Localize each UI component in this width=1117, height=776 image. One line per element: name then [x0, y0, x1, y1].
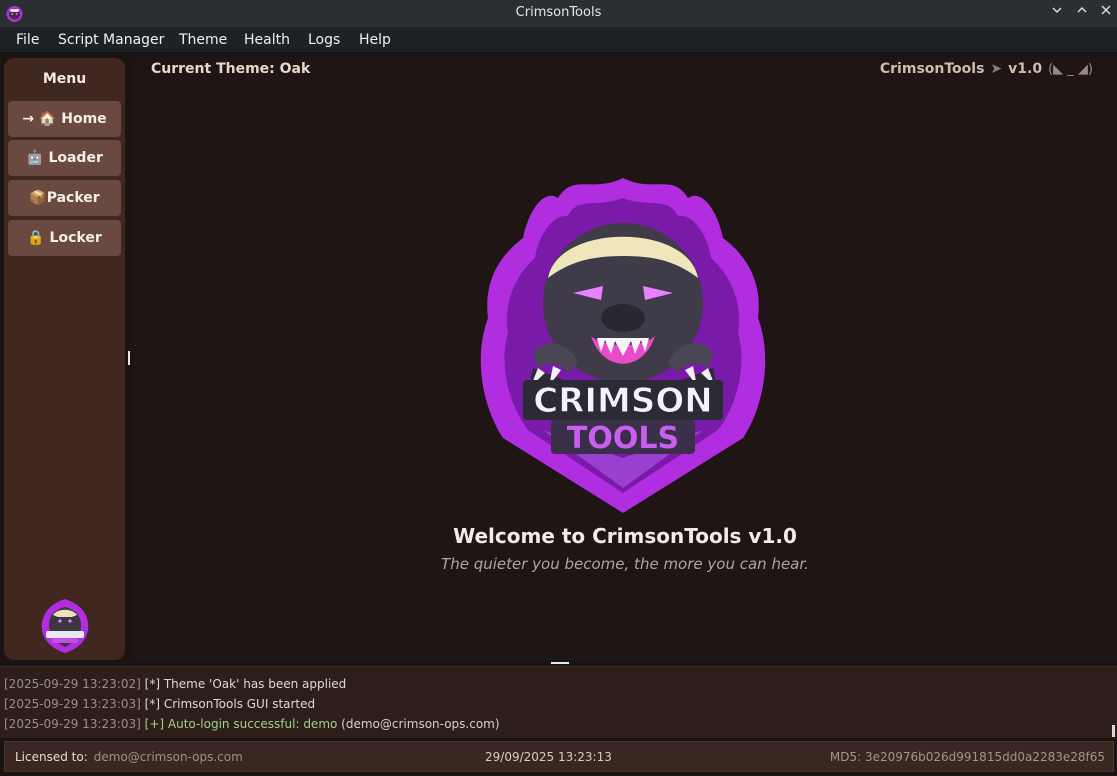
- log-extra: (demo@crimson-ops.com): [341, 717, 500, 731]
- status-datetime: 29/09/2025 13:23:13: [485, 750, 612, 764]
- logo-text-crimson: CRIMSON: [533, 381, 712, 421]
- log-scrollbar[interactable]: [1112, 725, 1115, 737]
- menu-file[interactable]: File: [16, 32, 39, 48]
- status-md5: MD5: 3e20976b026d991815dd0a2283e28f65: [829, 750, 1105, 764]
- sidebar: Menu → 🏠 Home 🤖 Loader 📦Packer 🔒 Locker: [4, 58, 125, 660]
- log-entry: [2025-09-29 13:23:03] [*] CrimsonTools G…: [4, 697, 315, 711]
- minimize-button[interactable]: [1047, 3, 1067, 23]
- sidebar-item-home[interactable]: → 🏠 Home: [8, 101, 121, 137]
- log-panel[interactable]: [2025-09-29 13:23:02] [*] Theme 'Oak' ha…: [0, 666, 1117, 738]
- license-label: Licensed to:: [15, 750, 88, 764]
- brand-label: CrimsonTools ➤ v1.0 (◣ _ ◢): [880, 61, 1093, 77]
- log-timestamp: [2025-09-29 13:23:03]: [4, 717, 141, 731]
- current-theme-label: Current Theme: Oak: [151, 61, 311, 77]
- sidebar-item-locker[interactable]: 🔒 Locker: [8, 220, 121, 256]
- close-button[interactable]: [1096, 3, 1116, 23]
- close-icon: [1101, 5, 1111, 15]
- sidebar-item-packer[interactable]: 📦Packer: [8, 180, 121, 216]
- chevron-up-icon: [1077, 6, 1087, 13]
- menu-theme[interactable]: Theme: [179, 32, 227, 48]
- sidebar-logo: [41, 599, 89, 653]
- log-entry: [2025-09-29 13:23:02] [*] Theme 'Oak' ha…: [4, 677, 346, 691]
- sidebar-item-loader[interactable]: 🤖 Loader: [8, 140, 121, 176]
- log-tag: [*]: [144, 677, 161, 691]
- sidebar-title: Menu: [42, 71, 87, 87]
- menu-bar: File Script Manager Theme Health Logs He…: [0, 27, 1117, 53]
- welcome-heading: Welcome to CrimsonTools v1.0: [453, 524, 797, 548]
- license-value: demo@crimson-ops.com: [93, 750, 243, 764]
- log-tag: [+]: [144, 717, 165, 731]
- menu-script-manager[interactable]: Script Manager: [58, 32, 164, 48]
- log-timestamp: [2025-09-29 13:23:02]: [4, 677, 141, 691]
- arrow-icon: ➤: [990, 61, 1003, 77]
- menu-help[interactable]: Help: [359, 32, 391, 48]
- chevron-down-icon: [1052, 7, 1062, 14]
- status-bar: Licensed to: demo@crimson-ops.com 29/09/2…: [4, 741, 1114, 772]
- menu-logs[interactable]: Logs: [308, 32, 340, 48]
- vertical-splitter-handle[interactable]: [128, 351, 130, 365]
- crimson-tools-logo: CRIMSON TOOLS: [480, 178, 766, 513]
- title-bar: CrimsonTools: [0, 0, 1117, 27]
- window-title: CrimsonTools: [515, 5, 602, 20]
- maximize-button[interactable]: [1072, 3, 1092, 23]
- logo-text-tools: TOOLS: [567, 421, 679, 456]
- horizontal-splitter-handle[interactable]: [551, 662, 569, 664]
- menu-health[interactable]: Health: [244, 32, 290, 48]
- version-label: v1.0: [1008, 61, 1043, 77]
- license-info: Licensed to: demo@crimson-ops.com: [15, 750, 243, 764]
- log-message: Theme 'Oak' has been applied: [163, 677, 347, 691]
- log-message: CrimsonTools GUI started: [163, 697, 316, 711]
- log-timestamp: [2025-09-29 13:23:03]: [4, 697, 141, 711]
- log-entry: [2025-09-29 13:23:03] [+] Auto-login suc…: [4, 717, 500, 731]
- log-tag: [*]: [144, 697, 161, 711]
- welcome-tagline: The quieter you become, the more you can…: [441, 555, 809, 573]
- signal-glyph: (◣ _ ◢): [1048, 62, 1093, 77]
- log-message: Auto-login successful: demo: [167, 717, 338, 731]
- main-panel: Current Theme: Oak CrimsonTools ➤ v1.0 (◣ _…: [133, 58, 1117, 660]
- brand-name: CrimsonTools: [879, 61, 985, 77]
